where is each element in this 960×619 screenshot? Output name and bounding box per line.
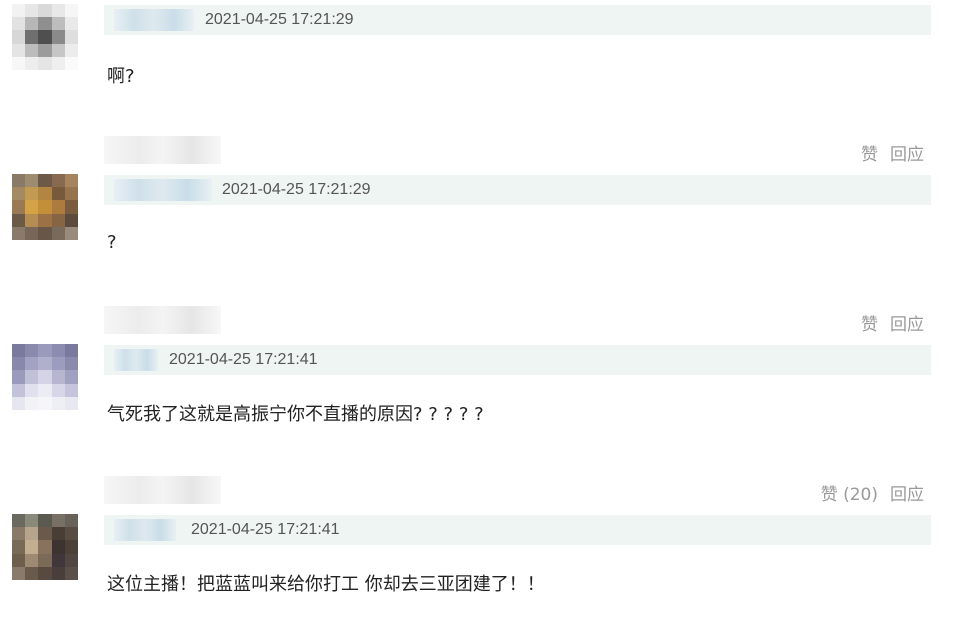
comment-actions: 赞 (20) 回应 — [821, 480, 924, 505]
comment-text: 气死我了这就是高振宁你不直播的原因? ? ? ? ? — [107, 404, 484, 425]
comment-actions: 赞 回应 — [861, 310, 924, 335]
comment-actions: 赞 回应 — [861, 140, 924, 165]
avatar[interactable] — [12, 174, 78, 240]
comment-item: 2021-04-25 17:21:41 这位主播！把蓝蓝叫来给你打工 你却去三亚… — [0, 510, 960, 619]
like-button[interactable]: 赞 — [861, 310, 878, 335]
username[interactable] — [114, 9, 194, 31]
comment-item: 2021-04-25 17:21:29 ? 赞 回应 — [0, 170, 960, 340]
reply-button[interactable]: 回应 — [890, 480, 924, 505]
avatar[interactable] — [12, 4, 78, 70]
comment-item: 2021-04-25 17:21:29 啊? 赞 回应 — [0, 0, 960, 170]
username[interactable] — [114, 179, 212, 201]
comment-header: 2021-04-25 17:21:29 — [104, 5, 931, 35]
avatar[interactable] — [12, 514, 78, 580]
timestamp: 2021-04-25 17:21:41 — [191, 521, 340, 538]
comment-text: 啊? — [107, 66, 135, 87]
comment-text: 这位主播！把蓝蓝叫来给你打工 你却去三亚团建了！！ — [107, 574, 545, 595]
timestamp: 2021-04-25 17:21:29 — [205, 11, 354, 28]
username[interactable] — [114, 349, 158, 371]
like-button[interactable]: 赞 (20) — [821, 480, 878, 505]
comment-text: ? — [107, 232, 117, 253]
timestamp: 2021-04-25 17:21:29 — [222, 181, 371, 198]
reply-preview — [104, 306, 221, 334]
comment-header: 2021-04-25 17:21:41 — [104, 345, 931, 375]
reply-button[interactable]: 回应 — [890, 310, 924, 335]
like-button[interactable]: 赞 — [861, 140, 878, 165]
comment-header: 2021-04-25 17:21:29 — [104, 175, 931, 205]
comment-header: 2021-04-25 17:21:41 — [104, 515, 931, 545]
reply-preview — [104, 136, 221, 164]
comment-item: 2021-04-25 17:21:41 气死我了这就是高振宁你不直播的原因? ?… — [0, 340, 960, 510]
reply-preview — [104, 476, 221, 504]
timestamp: 2021-04-25 17:21:41 — [169, 351, 318, 368]
avatar[interactable] — [12, 344, 78, 410]
username[interactable] — [114, 519, 176, 541]
reply-button[interactable]: 回应 — [890, 140, 924, 165]
